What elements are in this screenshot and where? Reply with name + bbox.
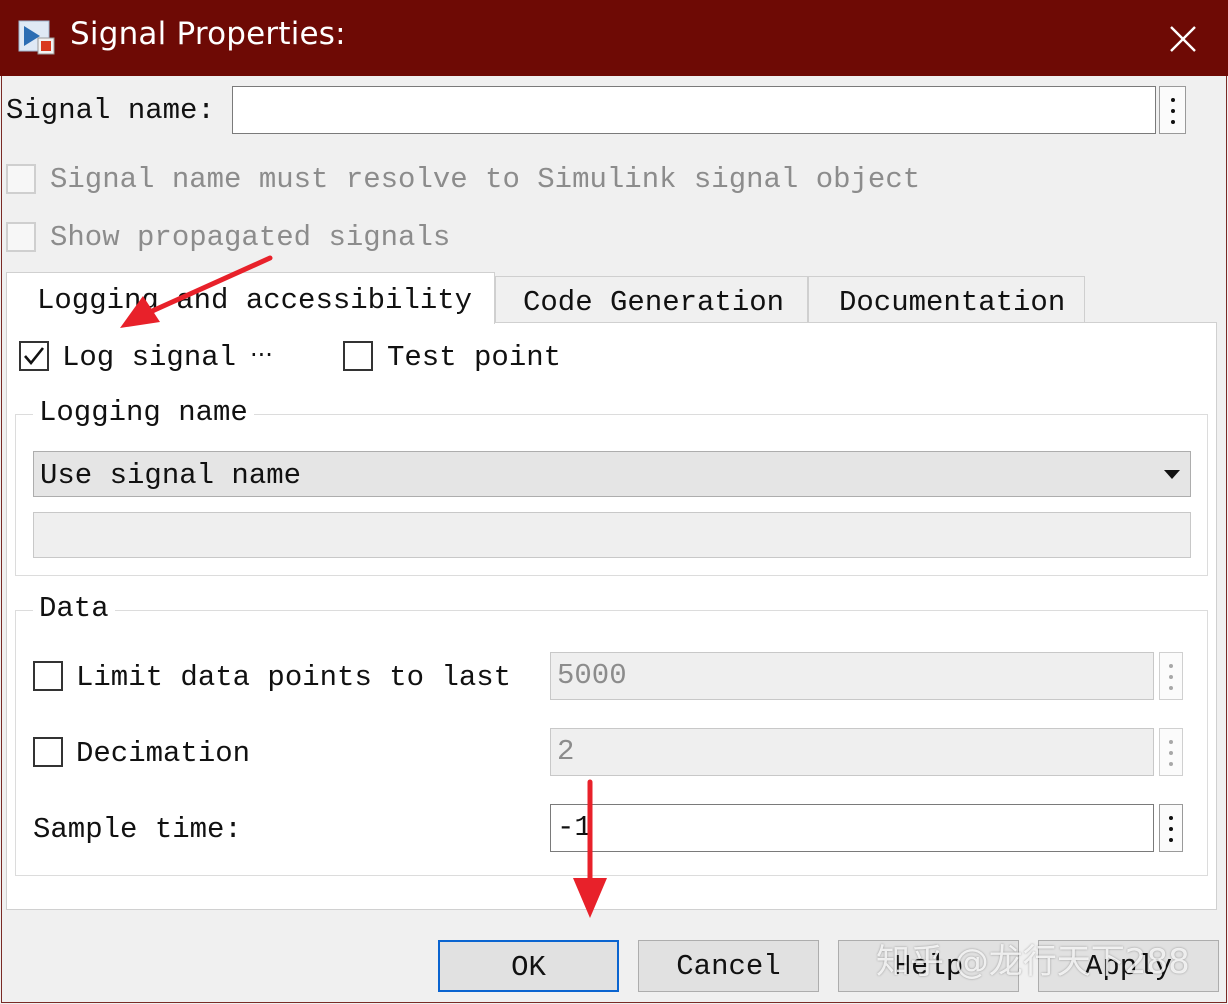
- annotation-arrow-log-signal: [120, 255, 273, 328]
- annotation-overlay: [120, 255, 607, 918]
- watermark-text: 知乎 @龙行天下288: [876, 942, 1190, 982]
- annotation-arrow-ok-button: [573, 779, 607, 918]
